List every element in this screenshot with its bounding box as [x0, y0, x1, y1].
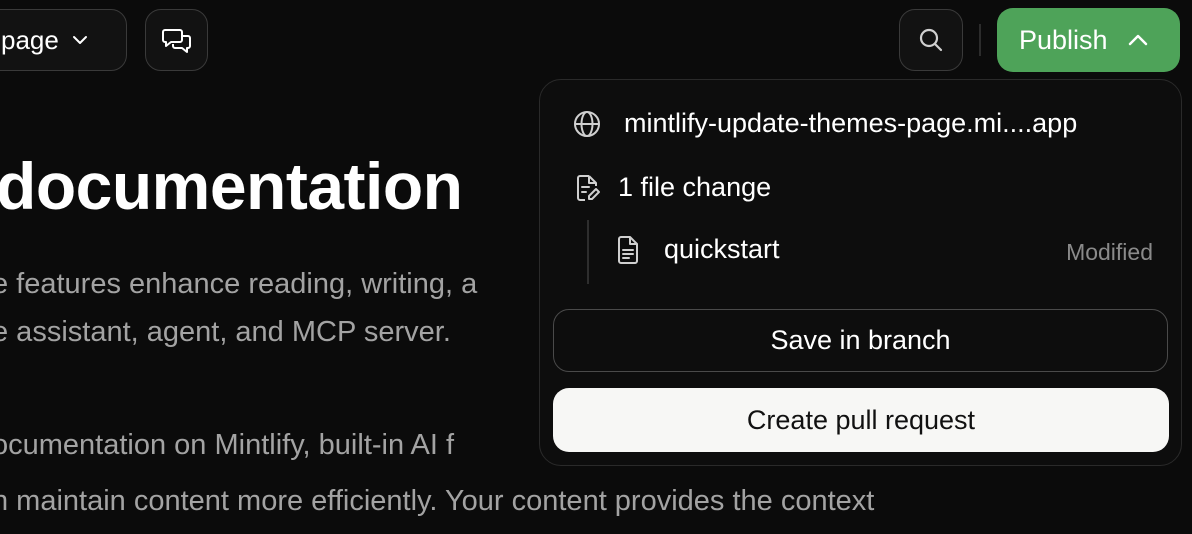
file-text-icon: [614, 235, 642, 265]
body-paragraph-line: n maintain content more efficiently. You…: [0, 485, 875, 517]
page-title: documentation: [0, 149, 463, 223]
save-in-branch-button[interactable]: Save in branch: [553, 309, 1168, 372]
publish-popover: mintlify-update-themes-page.mi....app 1 …: [539, 79, 1182, 466]
file-changes-text: 1 file change: [618, 172, 772, 202]
file-changes-summary: 1 file change: [572, 172, 771, 203]
assistant-chat-button[interactable]: [145, 9, 208, 71]
file-status-label: Modified: [1066, 239, 1153, 265]
globe-icon: [572, 109, 602, 139]
preview-url-link[interactable]: mintlify-update-themes-page.mi....app: [572, 108, 1077, 139]
preview-url-text: mintlify-update-themes-page.mi....app: [624, 108, 1078, 138]
chevron-down-icon: [71, 31, 89, 49]
chevron-up-icon: [1126, 28, 1150, 52]
toolbar-divider: [979, 24, 981, 56]
page-description-line: e features enhance reading, writing, a: [0, 268, 478, 300]
page-select-label: page: [1, 24, 59, 55]
body-paragraph-line: ocumentation on Mintlify, built-in AI f: [0, 429, 455, 461]
publish-label: Publish: [1019, 24, 1108, 55]
chat-bubbles-icon: [161, 24, 193, 56]
publish-button[interactable]: Publish: [997, 8, 1180, 72]
tree-connector-line: [587, 220, 589, 284]
page-description-line: e assistant, agent, and MCP server.: [0, 316, 451, 348]
create-pull-request-button[interactable]: Create pull request: [553, 388, 1169, 452]
changed-file-item[interactable]: quickstart: [614, 234, 780, 265]
file-edit-icon: [572, 173, 602, 203]
search-icon: [917, 26, 945, 54]
changed-file-name: quickstart: [664, 234, 780, 264]
page-select-dropdown[interactable]: page: [0, 9, 127, 71]
search-button[interactable]: [899, 9, 963, 71]
